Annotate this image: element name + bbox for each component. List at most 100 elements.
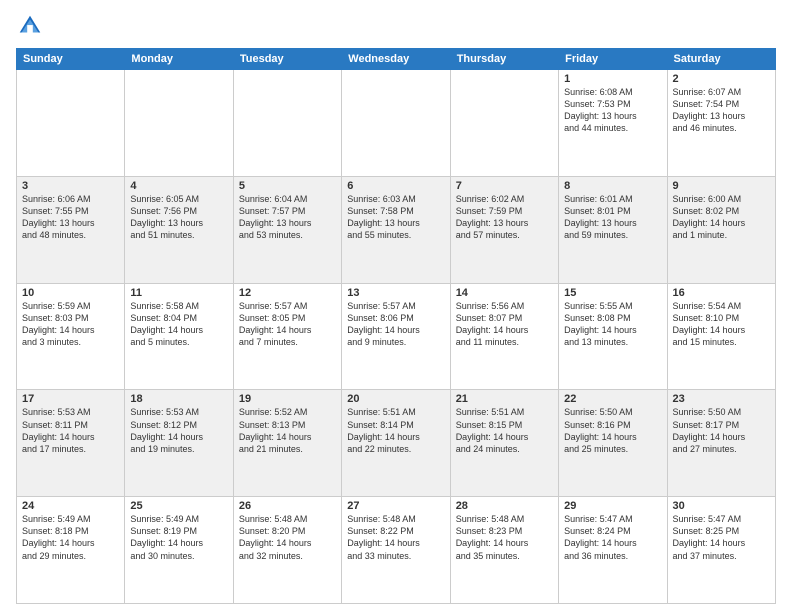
calendar-header-row: SundayMondayTuesdayWednesdayThursdayFrid… — [17, 49, 776, 70]
logo — [16, 12, 48, 40]
calendar-week-row: 24Sunrise: 5:49 AM Sunset: 8:18 PM Dayli… — [17, 497, 776, 604]
calendar-cell: 4Sunrise: 6:05 AM Sunset: 7:56 PM Daylig… — [125, 176, 233, 283]
day-info: Sunrise: 6:04 AM Sunset: 7:57 PM Dayligh… — [239, 193, 336, 242]
day-number: 19 — [239, 393, 336, 405]
calendar-cell: 14Sunrise: 5:56 AM Sunset: 8:07 PM Dayli… — [450, 283, 558, 390]
day-number: 18 — [130, 393, 227, 405]
calendar-cell — [342, 70, 450, 177]
calendar-cell: 8Sunrise: 6:01 AM Sunset: 8:01 PM Daylig… — [559, 176, 667, 283]
calendar-header-monday: Monday — [125, 49, 233, 70]
day-number: 20 — [347, 393, 444, 405]
calendar-cell: 18Sunrise: 5:53 AM Sunset: 8:12 PM Dayli… — [125, 390, 233, 497]
day-info: Sunrise: 5:57 AM Sunset: 8:05 PM Dayligh… — [239, 300, 336, 349]
day-info: Sunrise: 6:08 AM Sunset: 7:53 PM Dayligh… — [564, 86, 661, 135]
calendar-cell: 28Sunrise: 5:48 AM Sunset: 8:23 PM Dayli… — [450, 497, 558, 604]
calendar-cell: 24Sunrise: 5:49 AM Sunset: 8:18 PM Dayli… — [17, 497, 125, 604]
day-info: Sunrise: 5:50 AM Sunset: 8:17 PM Dayligh… — [673, 406, 770, 455]
day-info: Sunrise: 5:49 AM Sunset: 8:18 PM Dayligh… — [22, 513, 119, 562]
day-number: 3 — [22, 180, 119, 192]
calendar-cell: 6Sunrise: 6:03 AM Sunset: 7:58 PM Daylig… — [342, 176, 450, 283]
calendar-cell: 12Sunrise: 5:57 AM Sunset: 8:05 PM Dayli… — [233, 283, 341, 390]
calendar-cell: 19Sunrise: 5:52 AM Sunset: 8:13 PM Dayli… — [233, 390, 341, 497]
day-info: Sunrise: 5:57 AM Sunset: 8:06 PM Dayligh… — [347, 300, 444, 349]
day-info: Sunrise: 6:06 AM Sunset: 7:55 PM Dayligh… — [22, 193, 119, 242]
day-info: Sunrise: 6:01 AM Sunset: 8:01 PM Dayligh… — [564, 193, 661, 242]
day-info: Sunrise: 5:51 AM Sunset: 8:14 PM Dayligh… — [347, 406, 444, 455]
calendar-cell: 5Sunrise: 6:04 AM Sunset: 7:57 PM Daylig… — [233, 176, 341, 283]
calendar-header-wednesday: Wednesday — [342, 49, 450, 70]
day-info: Sunrise: 5:53 AM Sunset: 8:12 PM Dayligh… — [130, 406, 227, 455]
day-number: 13 — [347, 287, 444, 299]
day-number: 9 — [673, 180, 770, 192]
calendar-cell: 21Sunrise: 5:51 AM Sunset: 8:15 PM Dayli… — [450, 390, 558, 497]
day-info: Sunrise: 5:47 AM Sunset: 8:25 PM Dayligh… — [673, 513, 770, 562]
day-number: 7 — [456, 180, 553, 192]
day-number: 14 — [456, 287, 553, 299]
calendar-cell: 27Sunrise: 5:48 AM Sunset: 8:22 PM Dayli… — [342, 497, 450, 604]
day-number: 27 — [347, 500, 444, 512]
calendar-cell: 30Sunrise: 5:47 AM Sunset: 8:25 PM Dayli… — [667, 497, 775, 604]
day-info: Sunrise: 6:07 AM Sunset: 7:54 PM Dayligh… — [673, 86, 770, 135]
day-info: Sunrise: 5:58 AM Sunset: 8:04 PM Dayligh… — [130, 300, 227, 349]
calendar-cell: 16Sunrise: 5:54 AM Sunset: 8:10 PM Dayli… — [667, 283, 775, 390]
day-number: 8 — [564, 180, 661, 192]
calendar-header-friday: Friday — [559, 49, 667, 70]
day-number: 15 — [564, 287, 661, 299]
calendar-cell: 7Sunrise: 6:02 AM Sunset: 7:59 PM Daylig… — [450, 176, 558, 283]
calendar-cell: 9Sunrise: 6:00 AM Sunset: 8:02 PM Daylig… — [667, 176, 775, 283]
calendar-cell: 26Sunrise: 5:48 AM Sunset: 8:20 PM Dayli… — [233, 497, 341, 604]
calendar-cell: 13Sunrise: 5:57 AM Sunset: 8:06 PM Dayli… — [342, 283, 450, 390]
calendar-cell: 17Sunrise: 5:53 AM Sunset: 8:11 PM Dayli… — [17, 390, 125, 497]
calendar-week-row: 10Sunrise: 5:59 AM Sunset: 8:03 PM Dayli… — [17, 283, 776, 390]
day-info: Sunrise: 5:47 AM Sunset: 8:24 PM Dayligh… — [564, 513, 661, 562]
day-info: Sunrise: 5:48 AM Sunset: 8:22 PM Dayligh… — [347, 513, 444, 562]
logo-icon — [16, 12, 44, 40]
calendar-cell: 15Sunrise: 5:55 AM Sunset: 8:08 PM Dayli… — [559, 283, 667, 390]
calendar-cell: 11Sunrise: 5:58 AM Sunset: 8:04 PM Dayli… — [125, 283, 233, 390]
calendar-cell: 3Sunrise: 6:06 AM Sunset: 7:55 PM Daylig… — [17, 176, 125, 283]
calendar-body: 1Sunrise: 6:08 AM Sunset: 7:53 PM Daylig… — [17, 70, 776, 604]
calendar-week-row: 1Sunrise: 6:08 AM Sunset: 7:53 PM Daylig… — [17, 70, 776, 177]
day-number: 16 — [673, 287, 770, 299]
calendar-cell: 20Sunrise: 5:51 AM Sunset: 8:14 PM Dayli… — [342, 390, 450, 497]
day-info: Sunrise: 5:56 AM Sunset: 8:07 PM Dayligh… — [456, 300, 553, 349]
day-number: 28 — [456, 500, 553, 512]
day-number: 2 — [673, 73, 770, 85]
calendar-table: SundayMondayTuesdayWednesdayThursdayFrid… — [16, 48, 776, 604]
calendar-header-thursday: Thursday — [450, 49, 558, 70]
day-info: Sunrise: 6:00 AM Sunset: 8:02 PM Dayligh… — [673, 193, 770, 242]
day-number: 10 — [22, 287, 119, 299]
day-number: 6 — [347, 180, 444, 192]
calendar-week-row: 17Sunrise: 5:53 AM Sunset: 8:11 PM Dayli… — [17, 390, 776, 497]
day-number: 12 — [239, 287, 336, 299]
day-info: Sunrise: 6:05 AM Sunset: 7:56 PM Dayligh… — [130, 193, 227, 242]
day-number: 30 — [673, 500, 770, 512]
day-info: Sunrise: 5:51 AM Sunset: 8:15 PM Dayligh… — [456, 406, 553, 455]
day-number: 24 — [22, 500, 119, 512]
day-info: Sunrise: 5:59 AM Sunset: 8:03 PM Dayligh… — [22, 300, 119, 349]
calendar-cell: 25Sunrise: 5:49 AM Sunset: 8:19 PM Dayli… — [125, 497, 233, 604]
day-number: 21 — [456, 393, 553, 405]
calendar-cell: 10Sunrise: 5:59 AM Sunset: 8:03 PM Dayli… — [17, 283, 125, 390]
calendar-cell: 1Sunrise: 6:08 AM Sunset: 7:53 PM Daylig… — [559, 70, 667, 177]
calendar-cell — [450, 70, 558, 177]
calendar-header-tuesday: Tuesday — [233, 49, 341, 70]
calendar-cell — [17, 70, 125, 177]
calendar-cell — [233, 70, 341, 177]
calendar-week-row: 3Sunrise: 6:06 AM Sunset: 7:55 PM Daylig… — [17, 176, 776, 283]
calendar-header-sunday: Sunday — [17, 49, 125, 70]
day-info: Sunrise: 6:03 AM Sunset: 7:58 PM Dayligh… — [347, 193, 444, 242]
day-info: Sunrise: 5:54 AM Sunset: 8:10 PM Dayligh… — [673, 300, 770, 349]
day-number: 17 — [22, 393, 119, 405]
day-info: Sunrise: 5:55 AM Sunset: 8:08 PM Dayligh… — [564, 300, 661, 349]
day-number: 1 — [564, 73, 661, 85]
day-number: 25 — [130, 500, 227, 512]
calendar-cell: 23Sunrise: 5:50 AM Sunset: 8:17 PM Dayli… — [667, 390, 775, 497]
day-number: 26 — [239, 500, 336, 512]
calendar-header-saturday: Saturday — [667, 49, 775, 70]
day-number: 23 — [673, 393, 770, 405]
day-number: 22 — [564, 393, 661, 405]
day-info: Sunrise: 6:02 AM Sunset: 7:59 PM Dayligh… — [456, 193, 553, 242]
day-info: Sunrise: 5:48 AM Sunset: 8:23 PM Dayligh… — [456, 513, 553, 562]
day-info: Sunrise: 5:49 AM Sunset: 8:19 PM Dayligh… — [130, 513, 227, 562]
